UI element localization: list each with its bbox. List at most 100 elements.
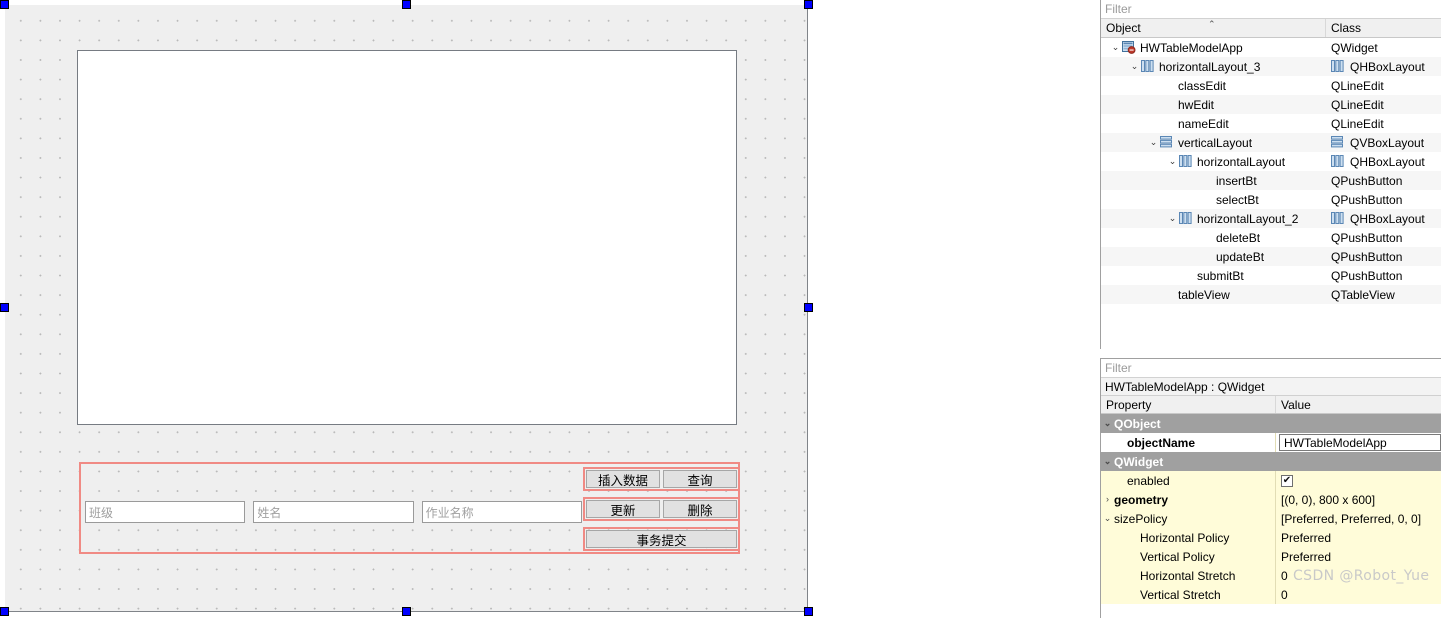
submit-button[interactable]: 事务提交 [586, 530, 737, 548]
expand-chevron-down-icon[interactable]: ⌄ [1147, 133, 1160, 152]
delete-button[interactable]: 删除 [663, 500, 737, 518]
class-edit-input[interactable]: 班级 [85, 501, 246, 523]
property-value-cell[interactable]: Preferred [1276, 528, 1441, 547]
selection-handle-middle-left[interactable] [0, 303, 9, 312]
object-class-label: QPushButton [1331, 249, 1403, 264]
object-tree-row[interactable]: ⌄ HWTableModelApp QWidget [1101, 38, 1441, 57]
property-value-cell[interactable]: [(0, 0), 800 x 600] [1276, 490, 1441, 509]
expand-chevron-right-icon[interactable]: › [1101, 490, 1114, 509]
name-edit-input[interactable]: 姓名 [253, 501, 414, 523]
tree-icon-spacer [1160, 288, 1175, 301]
column-header-class[interactable]: Class [1326, 19, 1441, 37]
expand-chevron-down-icon[interactable]: ⌄ [1166, 152, 1179, 171]
property-row[interactable]: › geometry [(0, 0), 800 x 600] [1101, 490, 1441, 509]
form-widget-hwtablemodelapp[interactable]: 班级 姓名 作业名称 插入数据 查询 更新 删除 事务提交 [5, 5, 808, 612]
table-view[interactable] [77, 50, 737, 425]
object-tree-row[interactable]: ⌄ verticalLayout QVBoxLayout [1101, 133, 1441, 152]
insert-button[interactable]: 插入数据 [586, 470, 660, 488]
button-row-2: 更新 删除 [583, 497, 740, 521]
property-value-cell[interactable]: Preferred [1276, 547, 1441, 566]
property-value-cell[interactable]: [Preferred, Preferred, 0, 0] [1276, 509, 1441, 528]
property-row[interactable]: Horizontal Stretch 0 [1101, 566, 1441, 585]
object-tree-row[interactable]: ⌄ horizontalLayout QHBoxLayout [1101, 152, 1441, 171]
property-row[interactable]: ⌄ sizePolicy [Preferred, Preferred, 0, 0] [1101, 509, 1441, 528]
tree-icon-spacer [1160, 79, 1175, 92]
object-name-label: insertBt [1216, 173, 1257, 188]
property-name-cell: Vertical Stretch [1101, 585, 1276, 604]
object-tree-row[interactable]: selectBt QPushButton [1101, 190, 1441, 209]
object-tree-cell-class: QPushButton [1326, 190, 1441, 209]
object-name-label: verticalLayout [1178, 135, 1253, 150]
property-value-cell[interactable] [1276, 414, 1441, 433]
property-row[interactable]: Horizontal Policy Preferred [1101, 528, 1441, 547]
widget-icon [1122, 41, 1137, 54]
property-value-cell[interactable]: 0 [1276, 585, 1441, 604]
object-tree-cell-name: hwEdit [1101, 95, 1326, 114]
object-tree-row[interactable]: ⌄ horizontalLayout_3 QHBoxLayout [1101, 57, 1441, 76]
vbox-icon [1331, 136, 1346, 149]
column-header-value[interactable]: Value [1276, 396, 1441, 413]
property-name-cell: › geometry [1101, 490, 1276, 509]
tree-icon-spacer [1198, 250, 1213, 263]
property-name-label: Vertical Policy [1140, 549, 1215, 564]
property-value-cell[interactable]: ✔ [1276, 471, 1441, 490]
object-tree-row[interactable]: classEdit QLineEdit [1101, 76, 1441, 95]
property-table[interactable]: ⌄ QObject objectName HWTableModelApp ⌄ QWidge… [1101, 414, 1441, 604]
object-class-label: QPushButton [1331, 173, 1403, 188]
selection-handle-top-right[interactable] [804, 0, 813, 9]
button-row-3: 事务提交 [583, 527, 740, 551]
property-table-header: Property Value [1101, 396, 1441, 414]
property-name-label: geometry [1114, 492, 1169, 507]
collapse-chevron-down-icon[interactable]: ⌄ [1101, 509, 1114, 528]
enabled-checkbox[interactable]: ✔ [1281, 474, 1293, 487]
object-tree-cell-name: ⌄ horizontalLayout_3 [1101, 57, 1326, 76]
object-tree-row[interactable]: hwEdit QLineEdit [1101, 95, 1441, 114]
selection-handle-bottom-right[interactable] [804, 607, 813, 616]
expand-chevron-down-icon[interactable]: ⌄ [1166, 209, 1179, 228]
object-name-field[interactable]: HWTableModelApp [1279, 434, 1441, 451]
sort-ascending-icon: ⌃ [1208, 19, 1216, 29]
property-row[interactable]: objectName HWTableModelApp [1101, 433, 1441, 452]
property-value-cell[interactable] [1276, 452, 1441, 471]
design-canvas[interactable]: 班级 姓名 作业名称 插入数据 查询 更新 删除 事务提交 [0, 0, 1090, 618]
selection-handle-top-left[interactable] [0, 0, 9, 9]
object-tree-row[interactable]: insertBt QPushButton [1101, 171, 1441, 190]
property-row[interactable]: Vertical Stretch 0 [1101, 585, 1441, 604]
property-name-label: QObject [1114, 416, 1161, 431]
object-tree-row[interactable]: deleteBt QPushButton [1101, 228, 1441, 247]
property-name-label: Horizontal Policy [1140, 530, 1230, 545]
object-tree-row[interactable]: tableView QTableView [1101, 285, 1441, 304]
object-filter-input[interactable]: Filter [1101, 0, 1441, 19]
object-tree-row[interactable]: ⌄ horizontalLayout_2 QHBoxLayout [1101, 209, 1441, 228]
collapse-chevron-down-icon[interactable]: ⌄ [1101, 414, 1114, 433]
object-tree[interactable]: ⌄ HWTableModelApp QWidget ⌄ horizontalLayout… [1101, 38, 1441, 304]
object-name-label: HWTableModelApp [1140, 40, 1243, 55]
property-row[interactable]: ⌄ QWidget [1101, 452, 1441, 471]
selection-handle-top-center[interactable] [402, 0, 411, 9]
column-header-property[interactable]: Property [1101, 396, 1276, 413]
property-row[interactable]: ⌄ QObject [1101, 414, 1441, 433]
selection-handle-bottom-left[interactable] [0, 607, 9, 616]
select-button[interactable]: 查询 [663, 470, 737, 488]
update-button[interactable]: 更新 [586, 500, 660, 518]
property-filter-input[interactable]: Filter [1101, 359, 1441, 378]
object-name-label: deleteBt [1216, 230, 1261, 245]
property-value-cell[interactable]: 0 [1276, 566, 1441, 585]
expand-chevron-down-icon[interactable]: ⌄ [1128, 57, 1141, 76]
button-column: 插入数据 查询 更新 删除 事务提交 [583, 467, 740, 551]
object-tree-cell-class: QLineEdit [1326, 95, 1441, 114]
property-name-cell: ⌄ QWidget [1101, 452, 1276, 471]
selection-handle-bottom-center[interactable] [402, 607, 411, 616]
hw-edit-input[interactable]: 作业名称 [421, 501, 582, 523]
object-tree-row[interactable]: submitBt QPushButton [1101, 266, 1441, 285]
object-tree-row[interactable]: updateBt QPushButton [1101, 247, 1441, 266]
property-row[interactable]: Vertical Policy Preferred [1101, 547, 1441, 566]
expand-chevron-down-icon[interactable]: ⌄ [1109, 38, 1122, 57]
object-class-label: QTableView [1331, 287, 1395, 302]
property-value-cell[interactable]: HWTableModelApp [1276, 433, 1441, 452]
selection-handle-middle-right[interactable] [804, 303, 813, 312]
object-tree-row[interactable]: nameEdit QLineEdit [1101, 114, 1441, 133]
property-row[interactable]: enabled ✔ [1101, 471, 1441, 490]
hbox-icon [1179, 155, 1194, 168]
collapse-chevron-down-icon[interactable]: ⌄ [1101, 452, 1114, 471]
